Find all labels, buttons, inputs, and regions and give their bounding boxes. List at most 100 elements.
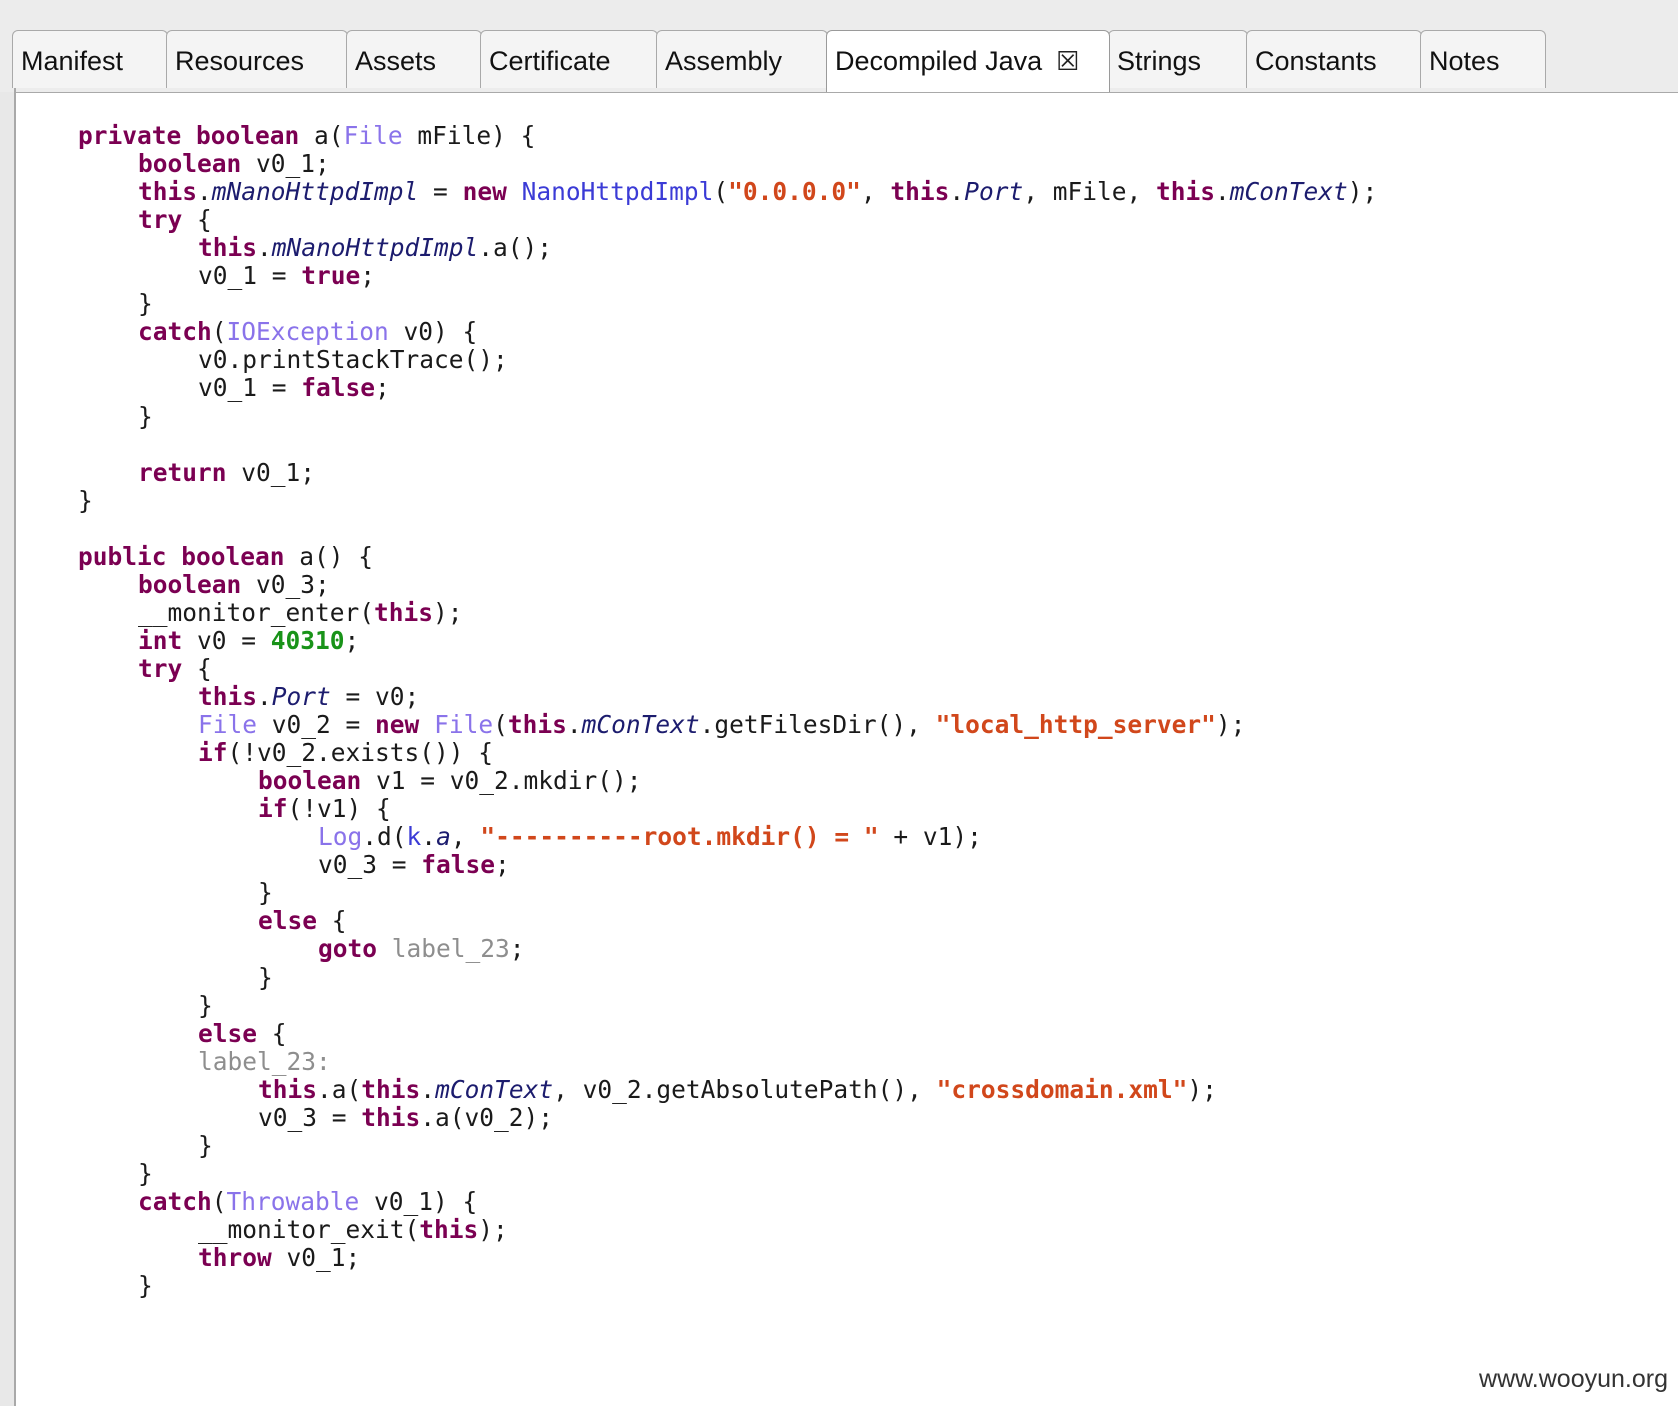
code-token: .	[420, 1074, 436, 1104]
code-token: (	[211, 1186, 227, 1216]
code-token: }	[198, 990, 213, 1020]
tab-manifest[interactable]: Manifest	[12, 30, 168, 88]
code-token: boolean	[258, 766, 362, 796]
code-token: ,	[860, 177, 891, 207]
code-token: "crossdomain.xml"	[936, 1074, 1188, 1104]
code-line: public boolean a() {	[78, 542, 373, 572]
code-token: return	[138, 457, 227, 487]
code-line: }	[198, 1131, 213, 1161]
tab-label: Assets	[355, 46, 437, 76]
code-token: .a();	[478, 233, 553, 263]
tab-label: Notes	[1429, 46, 1500, 76]
code-token: v0_1;	[241, 149, 330, 179]
code-token: }	[138, 1271, 153, 1301]
code-token: try	[138, 205, 183, 235]
code-token: this	[374, 597, 434, 627]
code-token: v0_1;	[271, 1243, 361, 1272]
code-line: if(!v1) {	[258, 794, 391, 824]
tab-label: Manifest	[21, 46, 124, 76]
code-line: }	[258, 878, 273, 908]
code-token: );	[1347, 177, 1378, 207]
code-line: try {	[138, 654, 212, 684]
code-editor[interactable]: private boolean a(File mFile) {boolean v…	[16, 92, 1678, 1406]
code-line: int v0 = 40310;	[138, 626, 359, 656]
code-token: (	[713, 177, 729, 207]
code-line: v0_3 = false;	[318, 850, 510, 880]
code-token: this	[419, 1214, 479, 1244]
tab-label: Strings	[1117, 46, 1202, 76]
code-token: {	[182, 653, 212, 683]
code-line: return v0_1;	[138, 458, 315, 488]
code-token: this	[361, 1074, 421, 1104]
code-token: .	[197, 177, 212, 207]
tab-strings[interactable]: Strings	[1108, 30, 1248, 88]
close-x-icon[interactable]: ☒	[1056, 31, 1079, 91]
code-token: this	[1155, 177, 1215, 207]
code-token: }	[138, 1158, 153, 1188]
code-line: }	[78, 486, 93, 516]
code-line: }	[138, 1271, 153, 1301]
code-line: __monitor_enter(this);	[138, 598, 463, 628]
tab-assembly[interactable]: Assembly	[656, 30, 828, 88]
code-token: v1 = v0_2.mkdir();	[361, 766, 642, 796]
code-line: try {	[138, 205, 212, 235]
code-token: mConText	[435, 1074, 554, 1104]
code-line: __monitor_exit(this);	[198, 1215, 508, 1245]
code-line: boolean v0_3;	[138, 570, 330, 600]
code-token: true	[301, 261, 361, 291]
code-line: catch(Throwable v0_1) {	[138, 1187, 477, 1217]
code-line: catch(IOException v0) {	[138, 317, 477, 347]
tab-notes[interactable]: Notes	[1420, 30, 1546, 88]
code-line: v0.printStackTrace();	[198, 345, 508, 375]
tab-certificate[interactable]: Certificate	[480, 30, 658, 88]
tab-decompiled-java[interactable]: Decompiled Java ☒	[826, 30, 1110, 92]
tab-resources[interactable]: Resources	[166, 30, 348, 88]
code-line: }	[138, 289, 153, 319]
code-token: "----------root.mkdir() = "	[480, 822, 879, 852]
code-token: 40310	[270, 625, 345, 655]
code-token: this	[890, 177, 950, 207]
code-token: );	[478, 1214, 508, 1244]
code-token: ;	[375, 373, 390, 403]
code-token: goto	[318, 934, 378, 964]
code-token: Throwable	[226, 1186, 360, 1216]
code-token: Port	[964, 177, 1024, 207]
code-token: v0) {	[388, 317, 478, 347]
code-token: a	[436, 822, 451, 852]
code-token: else	[258, 906, 318, 936]
code-token: this	[507, 710, 567, 740]
code-token: mConText	[581, 710, 700, 740]
code-line: Log.d(k.a, "----------root.mkdir() = " +…	[318, 822, 982, 852]
code-token: v0_3 =	[318, 850, 422, 880]
code-token: }	[138, 401, 153, 431]
code-line: boolean v0_1;	[138, 149, 330, 179]
code-token: }	[198, 1130, 213, 1160]
code-line: else {	[198, 1019, 287, 1049]
code-token: = v0;	[330, 682, 420, 711]
code-line: }	[138, 1159, 153, 1189]
code-line: this.mNanoHttpdImpl.a();	[198, 233, 552, 263]
code-token: __monitor_exit(	[198, 1214, 420, 1244]
code-token: new	[462, 177, 507, 207]
code-token: v0_1 =	[198, 373, 302, 403]
code-token: boolean	[138, 149, 242, 179]
code-token: v0_1 =	[198, 261, 302, 291]
code-line: v0_3 = this.a(v0_2);	[258, 1103, 553, 1133]
code-token: File	[198, 710, 258, 740]
tab-assets[interactable]: Assets	[346, 30, 482, 88]
code-token: IOException	[226, 317, 389, 347]
code-token: boolean	[181, 541, 285, 571]
code-line: private boolean a(File mFile) {	[78, 121, 535, 151]
code-token: , mFile,	[1023, 177, 1156, 207]
code-token: =	[418, 177, 463, 207]
tab-constants[interactable]: Constants	[1246, 30, 1422, 88]
code-token: v0_2 =	[257, 710, 376, 740]
code-line: throw v0_1;	[198, 1243, 360, 1273]
code-token: label_23:	[198, 1046, 331, 1076]
code-token: label_23	[391, 934, 510, 964]
code-token: false	[301, 373, 376, 403]
code-token: public	[78, 541, 167, 571]
